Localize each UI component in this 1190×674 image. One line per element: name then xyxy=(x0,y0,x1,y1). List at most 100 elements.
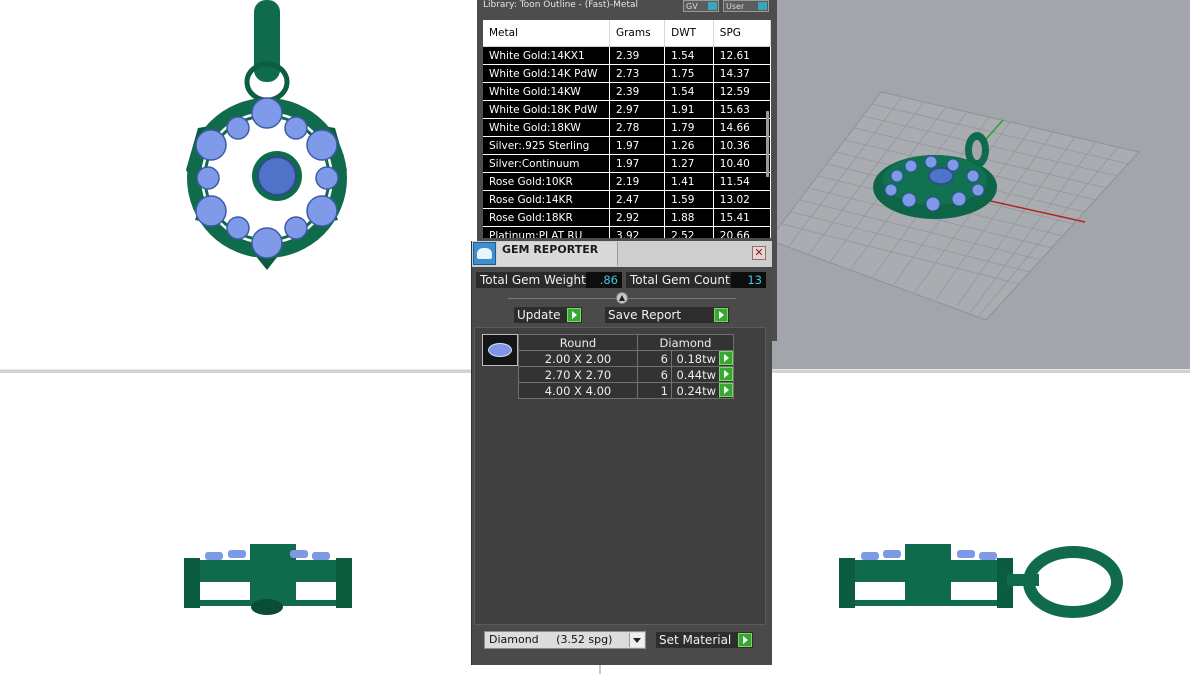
gem-row-button[interactable] xyxy=(719,366,734,383)
metal-cell: 2.39 xyxy=(609,82,666,101)
metal-cell: 10.36 xyxy=(713,136,771,155)
gem-count: 6 xyxy=(637,366,672,383)
gv-button[interactable]: GV xyxy=(683,0,719,12)
metal-cell: 15.63 xyxy=(713,100,771,119)
set-material-button[interactable]: Set Material xyxy=(656,632,753,648)
user-indicator-icon xyxy=(758,2,767,10)
metal-cell: 2.97 xyxy=(609,100,666,119)
material-select[interactable]: Diamond (3.52 spg) xyxy=(484,631,646,649)
metal-cell: Rose Gold:18KR xyxy=(483,208,610,227)
metal-row[interactable]: Rose Gold:10KR 2.19 1.41 11.54 xyxy=(483,172,771,191)
close-icon[interactable]: ✕ xyxy=(752,246,766,260)
metal-cell: 14.66 xyxy=(713,118,771,137)
gem-weight: 0.18tw xyxy=(671,350,720,367)
metal-row[interactable]: Rose Gold:14KR 2.47 1.59 13.02 xyxy=(483,190,771,209)
gem-row[interactable]: 2.00 X 2.00 6 0.18tw xyxy=(518,350,734,367)
total-gem-count-value: 13 xyxy=(731,272,766,288)
chevron-down-icon xyxy=(629,633,644,647)
gem-row-button[interactable] xyxy=(719,382,734,399)
viewport-top[interactable] xyxy=(0,0,471,370)
metal-column-header[interactable]: SPG xyxy=(713,20,771,47)
metal-row[interactable]: White Gold:14KW 2.39 1.54 12.59 xyxy=(483,82,771,101)
metal-table-vertical-scrollbar[interactable] xyxy=(766,111,769,177)
gem-reporter-titlebar[interactable]: GEM REPORTER ✕ xyxy=(472,241,772,267)
gem-material-header: Diamond xyxy=(637,334,734,351)
metal-cell: 1.75 xyxy=(664,64,714,83)
metal-cell: White Gold:18K PdW xyxy=(483,100,610,119)
metal-row[interactable]: Silver:Continuum 1.97 1.27 10.40 xyxy=(483,154,771,173)
gem-row[interactable]: 2.70 X 2.70 6 0.44tw xyxy=(518,366,734,383)
metal-cell: White Gold:14KX1 xyxy=(483,46,610,65)
viewport-front[interactable] xyxy=(0,372,471,674)
pendant-top-view xyxy=(186,0,347,270)
metal-cell: 20.66 xyxy=(713,226,771,238)
save-report-button[interactable]: Save Report xyxy=(605,307,729,323)
metal-cell: Rose Gold:10KR xyxy=(483,172,610,191)
metal-cell: 10.40 xyxy=(713,154,771,173)
viewport-splitter-vertical[interactable] xyxy=(599,664,601,674)
viewport-perspective[interactable] xyxy=(771,0,1190,370)
metal-cell: 1.79 xyxy=(664,118,714,137)
gem-row-arrow-icon xyxy=(719,367,733,381)
gem-size: 2.00 X 2.00 xyxy=(518,350,638,367)
gem-count: 1 xyxy=(637,382,672,399)
metal-column-header[interactable]: Metal xyxy=(483,20,610,47)
user-button[interactable]: User xyxy=(723,0,769,12)
metal-row[interactable]: Platinum:PLAT RU 3.92 2.52 20.66 xyxy=(483,226,771,238)
metal-row[interactable]: White Gold:14K PdW 2.73 1.75 14.37 xyxy=(483,64,771,83)
metal-cell: 1.97 xyxy=(609,154,666,173)
gem-reporter-panel: GEM REPORTER ✕ Total Gem Weight .86 Tota… xyxy=(471,241,772,665)
metal-cell: Silver:Continuum xyxy=(483,154,610,173)
metal-column-header[interactable]: Grams xyxy=(609,20,666,47)
metal-row[interactable]: White Gold:18K PdW 2.97 1.91 15.63 xyxy=(483,100,771,119)
metal-cell: 2.39 xyxy=(609,46,666,65)
metal-cell: White Gold:14K PdW xyxy=(483,64,610,83)
metal-cell: 3.92 xyxy=(609,226,666,238)
gem-table: Round Diamond 2.00 X 2.00 6 0.18tw 2.70 X 2… xyxy=(518,334,734,399)
metal-cell: 15.41 xyxy=(713,208,771,227)
gem-row[interactable]: 4.00 X 4.00 1 0.24tw xyxy=(518,382,734,399)
metal-table-container[interactable]: Metal Grams DWT SPG White Gold:14KX1 2.39 1.5… xyxy=(483,20,771,238)
gv-indicator-icon xyxy=(708,2,717,10)
library-title: Library: Toon Outline - (Fast)-Metal xyxy=(483,0,638,10)
perspective-grid xyxy=(771,91,1140,321)
gem-weight: 0.24tw xyxy=(671,382,720,399)
set-material-label: Set Material xyxy=(659,633,732,647)
metal-cell: 2.73 xyxy=(609,64,666,83)
metal-cell: Platinum:PLAT RU xyxy=(483,226,610,238)
gem-thumbnail-icon[interactable] xyxy=(482,334,518,366)
metal-row[interactable]: Rose Gold:18KR 2.92 1.88 15.41 xyxy=(483,208,771,227)
metal-cell: 2.92 xyxy=(609,208,666,227)
metal-row[interactable]: Silver:.925 Sterling 1.97 1.26 10.36 xyxy=(483,136,771,155)
metal-column-header[interactable]: DWT xyxy=(664,20,714,47)
metal-cell: 2.19 xyxy=(609,172,666,191)
metal-row[interactable]: White Gold:18KW 2.78 1.79 14.66 xyxy=(483,118,771,137)
metal-cell: White Gold:14KW xyxy=(483,82,610,101)
metal-cell: 12.61 xyxy=(713,46,771,65)
material-select-value: Diamond (3.52 spg) xyxy=(489,633,613,646)
gem-shape-header: Round xyxy=(518,334,638,351)
metal-cell: Rose Gold:14KR xyxy=(483,190,610,209)
gem-row-arrow-icon xyxy=(719,351,733,365)
metal-row[interactable]: White Gold:14KX1 2.39 1.54 12.61 xyxy=(483,46,771,65)
pendant-side-view xyxy=(839,544,1123,618)
viewport-side[interactable] xyxy=(771,372,1190,674)
update-label: Update xyxy=(517,308,561,322)
metal-cell: 2.52 xyxy=(664,226,714,238)
metal-cell: White Gold:18KW xyxy=(483,118,610,137)
update-button[interactable]: Update xyxy=(514,307,582,323)
gv-label: GV xyxy=(686,2,698,11)
gem-row-button[interactable] xyxy=(719,350,734,367)
metal-cell: 12.59 xyxy=(713,82,771,101)
metal-cell: 1.97 xyxy=(609,136,666,155)
metal-cell: 2.47 xyxy=(609,190,666,209)
metal-cell: 14.37 xyxy=(713,64,771,83)
metal-cell: 1.88 xyxy=(664,208,714,227)
gem-weight: 0.44tw xyxy=(671,366,720,383)
metal-cell: Silver:.925 Sterling xyxy=(483,136,610,155)
metal-cell: 13.02 xyxy=(713,190,771,209)
metal-table: Metal Grams DWT SPG White Gold:14KX1 2.39 1.5… xyxy=(483,20,771,238)
metal-cell: 1.26 xyxy=(664,136,714,155)
metal-cell: 1.54 xyxy=(664,46,714,65)
collapse-toggle-icon[interactable]: ▲ xyxy=(616,292,628,304)
